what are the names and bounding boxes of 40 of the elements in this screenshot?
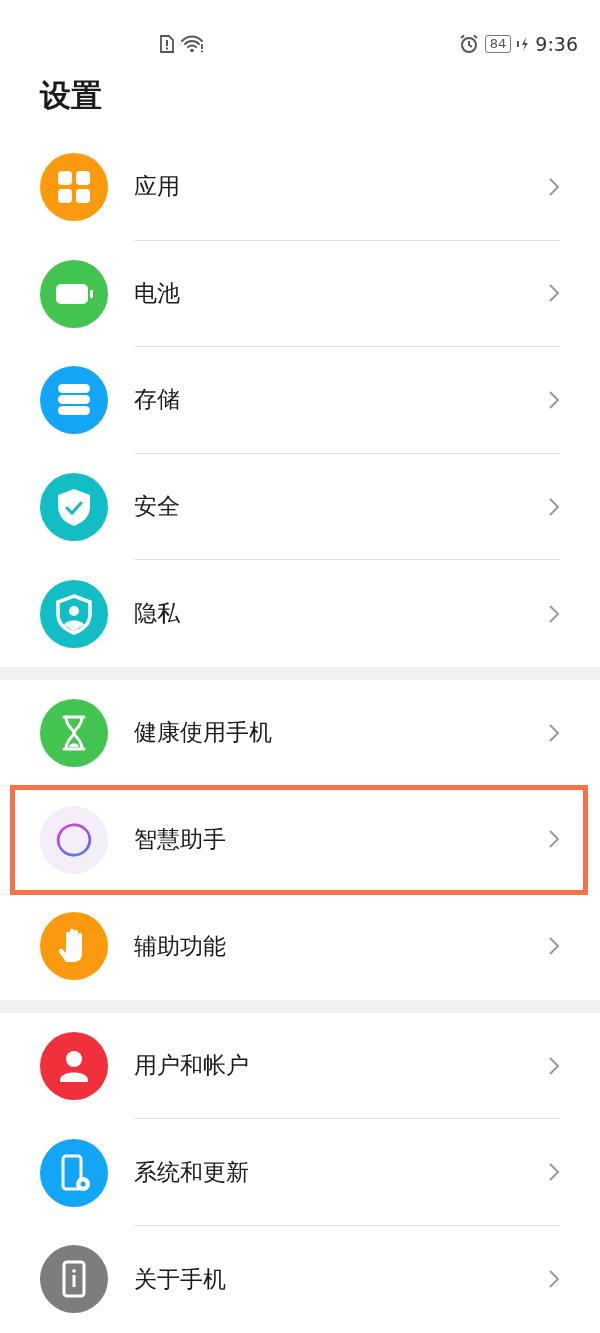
battery-level: 84 <box>484 35 512 53</box>
item-label: 用户和帐户 <box>134 1051 250 1081</box>
chevron-icon <box>548 176 560 197</box>
charging-icon <box>517 35 530 53</box>
settings-item[interactable]: 关于手机 <box>0 1225 600 1333</box>
alarm-icon <box>458 34 479 54</box>
settings-item[interactable]: 隐私 <box>0 560 600 667</box>
sim-alert-icon <box>160 35 174 53</box>
page-title: 设置 <box>38 76 103 115</box>
item-label: 智慧助手 <box>134 824 227 854</box>
settings-item[interactable]: 电池 <box>0 240 600 348</box>
item-label: 系统和更新 <box>134 1157 250 1187</box>
settings-item[interactable]: 健康使用手机 <box>0 679 600 787</box>
chevron-icon <box>548 1269 560 1290</box>
item-label: 电池 <box>134 278 181 308</box>
item-label: 隐私 <box>134 599 181 629</box>
settings-item[interactable]: 系统和更新 <box>0 1119 600 1226</box>
chevron-icon <box>548 496 560 517</box>
chevron-icon <box>548 390 560 410</box>
item-label: 应用 <box>134 172 181 202</box>
settings-item[interactable]: 辅助功能 <box>0 893 600 1000</box>
settings-item[interactable]: 应用 <box>0 134 600 241</box>
clock: 9:36 <box>535 33 578 55</box>
chevron-icon <box>548 603 560 624</box>
chevron-icon <box>548 283 560 304</box>
item-label: 关于手机 <box>134 1264 227 1294</box>
chevron-icon <box>548 722 560 743</box>
settings-item[interactable]: 存储 <box>0 347 600 454</box>
item-label: 存储 <box>134 385 181 415</box>
settings-item[interactable]: 安全 <box>0 453 600 561</box>
item-label: 健康使用手机 <box>134 718 273 748</box>
item-label: 辅助功能 <box>134 931 227 961</box>
settings-item[interactable]: 智慧助手 <box>0 786 600 894</box>
settings-item[interactable]: 用户和帐户 <box>0 1012 600 1120</box>
item-label: 安全 <box>134 492 181 522</box>
chevron-icon <box>548 1162 560 1183</box>
chevron-icon <box>548 936 560 957</box>
wifi-icon <box>180 35 204 53</box>
chevron-icon <box>548 829 560 850</box>
chevron-icon <box>548 1055 560 1076</box>
